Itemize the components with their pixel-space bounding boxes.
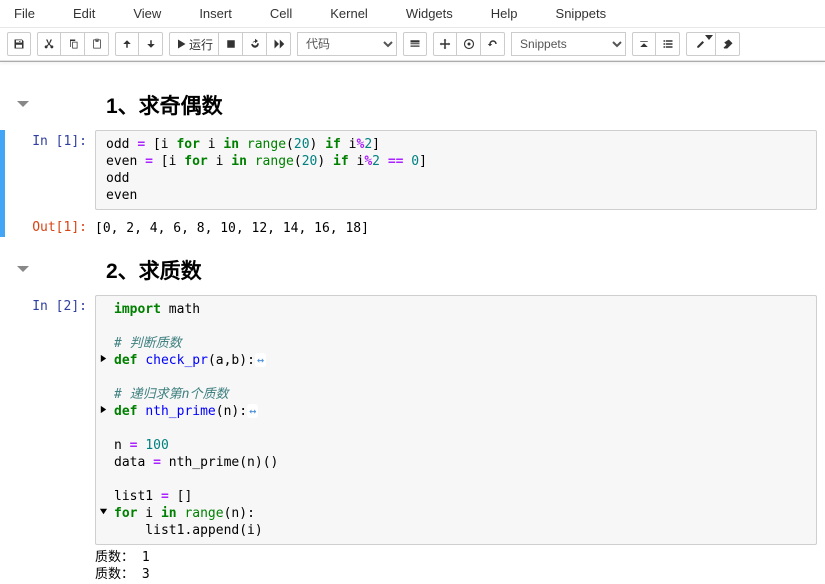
list-button[interactable]	[656, 32, 680, 56]
cut-button[interactable]	[37, 32, 61, 56]
input-prompt: In [1]:	[32, 134, 87, 149]
menu-kernel[interactable]: Kernel	[322, 2, 386, 25]
menu-cell[interactable]: Cell	[262, 2, 310, 25]
menu-file[interactable]: File	[6, 2, 53, 25]
menu-view[interactable]: View	[125, 2, 179, 25]
heading-text: 2、求质数	[106, 255, 202, 285]
menu-help[interactable]: Help	[483, 2, 536, 25]
move-button[interactable]	[433, 32, 457, 56]
move-down-button[interactable]	[139, 32, 163, 56]
toolbar: 运行 代码 Snippets	[0, 28, 825, 61]
code-editor[interactable]: odd = [i for i in range(20) if i%2] even…	[95, 130, 817, 210]
input-prompt: In [2]:	[32, 299, 87, 314]
run-button[interactable]: 运行	[169, 32, 219, 56]
collapse-up-button[interactable]	[632, 32, 656, 56]
code-cell-1[interactable]: In [1]: odd = [i for i in range(20) if i…	[0, 130, 825, 237]
paste-button[interactable]	[85, 32, 109, 56]
heading-cell-1[interactable]: 1、求奇偶数	[0, 72, 825, 126]
snippets-select[interactable]: Snippets	[511, 32, 626, 56]
fold-arrow-icon[interactable]	[10, 261, 36, 279]
fold-gutter-icon[interactable]	[99, 352, 108, 369]
move-up-button[interactable]	[115, 32, 139, 56]
menu-edit[interactable]: Edit	[65, 2, 113, 25]
fold-marker-icon[interactable]: ↔	[247, 404, 258, 418]
heading-text: 1、求奇偶数	[106, 90, 223, 120]
copy-button[interactable]	[61, 32, 85, 56]
code-cell-2[interactable]: In [2]: import math # 判断质数 def check_pr(…	[0, 295, 825, 583]
target-button[interactable]	[457, 32, 481, 56]
eraser-button[interactable]	[716, 32, 740, 56]
output-result: [0, 2, 4, 6, 8, 10, 12, 14, 16, 18]	[95, 216, 817, 237]
notebook-area: 1、求奇偶数 In [1]: odd = [i for i in range(2…	[0, 62, 825, 583]
fold-arrow-icon[interactable]	[10, 96, 36, 114]
save-button[interactable]	[7, 32, 31, 56]
restart-run-all-button[interactable]	[267, 32, 291, 56]
highlight-button[interactable]	[686, 32, 716, 56]
fold-marker-icon[interactable]: ↔	[255, 353, 266, 367]
output-stream: 质数： 1 质数： 3	[95, 549, 817, 583]
menu-widgets[interactable]: Widgets	[398, 2, 471, 25]
restart-button[interactable]	[243, 32, 267, 56]
fold-gutter-icon[interactable]	[99, 505, 108, 522]
menu-snippets[interactable]: Snippets	[548, 2, 625, 25]
celltype-select[interactable]: 代码	[297, 32, 397, 56]
menu-insert[interactable]: Insert	[191, 2, 250, 25]
code-editor[interactable]: import math # 判断质数 def check_pr(a,b):↔ #…	[95, 295, 817, 545]
refresh-button[interactable]	[481, 32, 505, 56]
heading-cell-2[interactable]: 2、求质数	[0, 237, 825, 291]
menubar: File Edit View Insert Cell Kernel Widget…	[0, 0, 825, 28]
interrupt-button[interactable]	[219, 32, 243, 56]
output-prompt: Out[1]:	[32, 220, 87, 235]
fold-gutter-icon[interactable]	[99, 403, 108, 420]
command-palette-button[interactable]	[403, 32, 427, 56]
